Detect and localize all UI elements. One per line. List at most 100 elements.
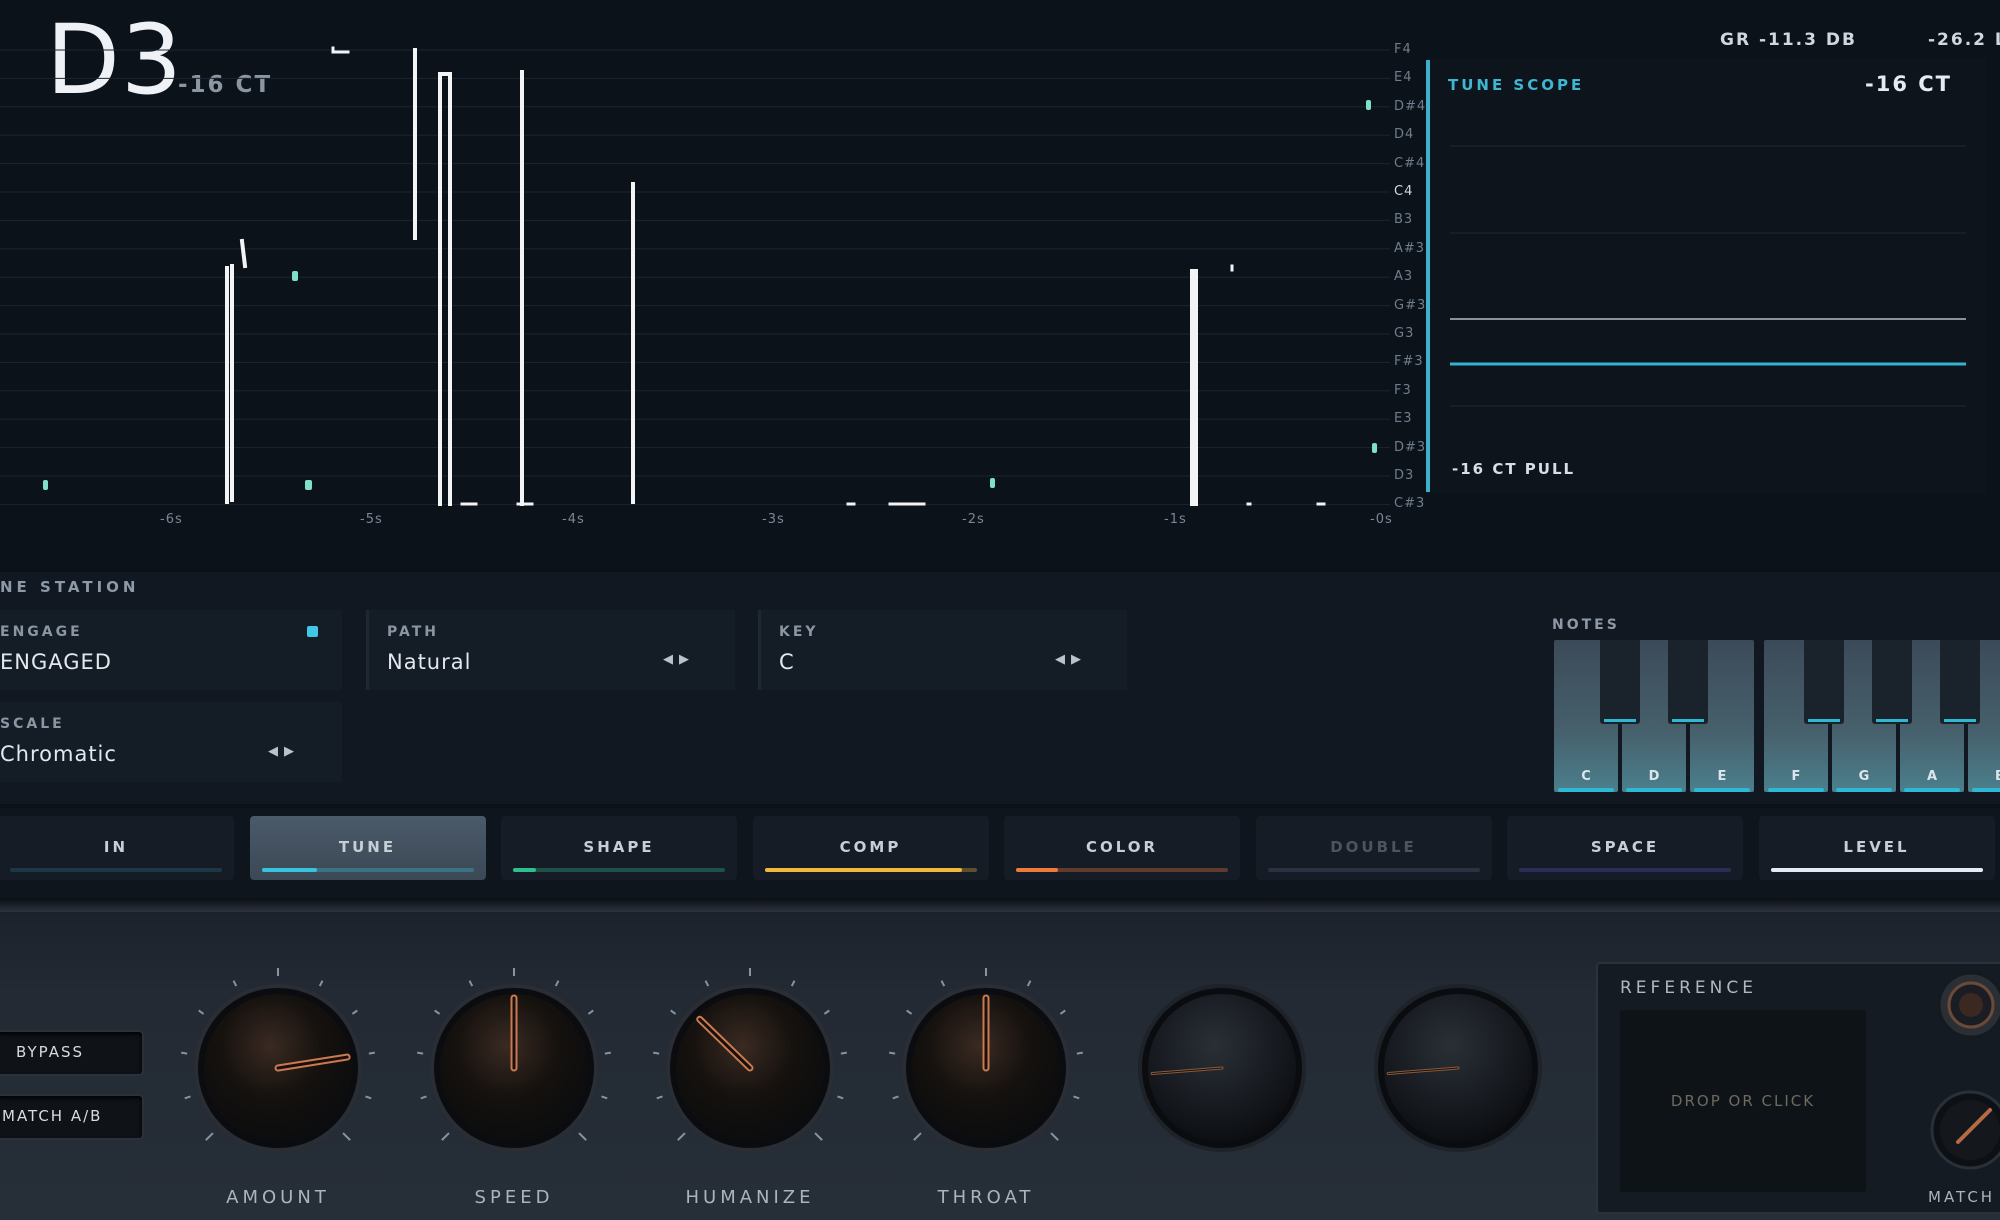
knob-label: THROAT bbox=[937, 1187, 1035, 1208]
speed-knob[interactable]: SPEED bbox=[414, 966, 614, 1208]
tab-color[interactable]: COLOR bbox=[1004, 816, 1240, 880]
note-axis-label: G3 bbox=[1394, 326, 1415, 341]
notes-keyboard: CDEFGAB bbox=[1554, 640, 2000, 794]
time-axis-label: -2s bbox=[962, 512, 985, 527]
time-axis-label: -0s bbox=[1370, 512, 1393, 527]
pitch-trace bbox=[438, 72, 452, 506]
tab-level-fill bbox=[513, 868, 537, 872]
scale-field[interactable]: SCALE Chromatic ◀▶ bbox=[0, 702, 342, 782]
key-field[interactable]: KEY C ◀▶ bbox=[758, 610, 1127, 690]
tab-double[interactable]: DOUBLE bbox=[1255, 816, 1492, 880]
key-active-underline bbox=[1694, 788, 1750, 792]
pitch-graph[interactable] bbox=[0, 38, 1390, 538]
tune-station-panel: NE STATION ENGAGE ENGAGED PATH Natural ◀… bbox=[0, 572, 2000, 804]
tab-label: SHAPE bbox=[583, 838, 655, 856]
reference-title: REFERENCE bbox=[1620, 978, 1757, 998]
reference-play-icon[interactable] bbox=[1936, 970, 2000, 1040]
engage-indicator-icon[interactable] bbox=[307, 626, 318, 637]
pitch-marker bbox=[292, 271, 298, 281]
black-key[interactable] bbox=[1872, 640, 1912, 724]
note-axis-label: B3 bbox=[1394, 212, 1414, 228]
note-axis-label: E4 bbox=[1394, 70, 1413, 86]
amount-knob[interactable]: AMOUNT bbox=[178, 966, 378, 1208]
scale-value: Chromatic bbox=[0, 742, 117, 766]
scale-arrows-icon[interactable]: ◀▶ bbox=[268, 744, 300, 759]
key-active-underline bbox=[1558, 788, 1614, 792]
key-active-underline bbox=[1808, 719, 1840, 722]
note-axis-label: A3 bbox=[1394, 269, 1414, 285]
pitch-marker bbox=[1366, 100, 1371, 110]
tab-level-track bbox=[513, 868, 725, 872]
unlabeled-knob[interactable] bbox=[1122, 968, 1322, 1208]
engage-value: ENGAGED bbox=[0, 650, 112, 674]
key-active-underline bbox=[1626, 788, 1682, 792]
scope-accent-bar bbox=[1426, 60, 1430, 492]
key-active-underline bbox=[1944, 719, 1976, 722]
path-arrows-icon[interactable]: ◀▶ bbox=[663, 652, 695, 667]
notes-label: NOTES bbox=[1552, 617, 1620, 633]
knob-label: HUMANIZE bbox=[685, 1187, 815, 1208]
black-key[interactable] bbox=[1668, 640, 1708, 724]
key-label: F bbox=[1791, 769, 1801, 784]
tab-level-fill bbox=[1770, 868, 1983, 872]
key-active-underline bbox=[1672, 719, 1704, 722]
tab-level-track bbox=[1770, 868, 1983, 872]
match-label: MATCH bbox=[1928, 1188, 1996, 1206]
pitch-trace bbox=[239, 238, 248, 269]
tab-tune[interactable]: TUNE bbox=[249, 816, 486, 880]
bypass-button[interactable]: BYPASS bbox=[0, 1030, 144, 1076]
knob-dial[interactable] bbox=[414, 966, 614, 1168]
key-value: C bbox=[779, 650, 795, 674]
knob-dial[interactable] bbox=[886, 966, 1086, 1168]
tab-label: IN bbox=[103, 838, 129, 856]
key-label: B bbox=[1995, 769, 2000, 784]
note-axis-label: D3 bbox=[1394, 468, 1415, 483]
key-active-underline bbox=[1972, 788, 2000, 792]
scope-value: -16 CT bbox=[1865, 72, 1952, 96]
tab-space[interactable]: SPACE bbox=[1507, 816, 1743, 880]
key-arrows-icon[interactable]: ◀▶ bbox=[1055, 652, 1087, 667]
knob-dial[interactable] bbox=[650, 966, 850, 1168]
key-active-underline bbox=[1604, 719, 1636, 722]
path-label: PATH bbox=[387, 624, 439, 640]
tab-shape[interactable]: SHAPE bbox=[501, 816, 737, 880]
black-key[interactable] bbox=[1804, 640, 1844, 724]
engage-field[interactable]: ENGAGE ENGAGED bbox=[0, 610, 342, 690]
black-key[interactable] bbox=[1940, 640, 1980, 724]
match-ab-label: MATCH A/B bbox=[2, 1107, 103, 1125]
tab-comp[interactable]: COMP bbox=[752, 816, 989, 880]
match-ab-button[interactable]: MATCH A/B bbox=[0, 1094, 144, 1140]
pitch-marker bbox=[1372, 443, 1377, 453]
engage-label: ENGAGE bbox=[0, 624, 83, 640]
tab-in[interactable]: IN bbox=[0, 816, 234, 880]
module-tabs: IN TUNE SHAPE COMP COLOR DOUBLE SPACE LEVEL bbox=[0, 808, 2000, 898]
note-axis-label: D#3 bbox=[1394, 439, 1427, 455]
tab-level[interactable]: LEVEL bbox=[1758, 816, 1995, 880]
key-label: G bbox=[1858, 769, 1870, 784]
time-axis-label: -3s bbox=[762, 512, 785, 527]
tab-level-track bbox=[10, 868, 222, 872]
reference-panel: REFERENCE DROP OR CLICK bbox=[1596, 962, 2000, 1214]
key-label: E bbox=[1717, 769, 1727, 784]
path-field[interactable]: PATH Natural ◀▶ bbox=[366, 610, 735, 690]
path-value: Natural bbox=[387, 650, 472, 674]
match-knob[interactable] bbox=[1928, 1088, 2000, 1172]
knob-dial[interactable] bbox=[178, 966, 378, 1168]
knob-dial[interactable] bbox=[1358, 968, 1558, 1168]
drop-zone-text: DROP OR CLICK bbox=[1670, 1092, 1816, 1110]
knob-dial[interactable] bbox=[1122, 968, 1322, 1168]
time-axis-label: -5s bbox=[360, 512, 383, 527]
time-axis-label: -4s bbox=[562, 512, 585, 527]
tab-label: COMP bbox=[839, 838, 902, 856]
note-axis-label: C#4 bbox=[1394, 155, 1426, 171]
tab-level-track bbox=[764, 868, 977, 872]
tab-label: TUNE bbox=[338, 838, 397, 856]
throat-knob[interactable]: THROAT bbox=[886, 966, 1086, 1208]
humanize-knob[interactable]: HUMANIZE bbox=[650, 966, 850, 1208]
black-key[interactable] bbox=[1600, 640, 1640, 724]
tab-level-fill bbox=[764, 868, 962, 872]
tab-level-fill bbox=[1016, 868, 1059, 872]
reference-drop-zone[interactable]: DROP OR CLICK bbox=[1620, 1010, 1866, 1192]
unlabeled-knob[interactable] bbox=[1358, 968, 1558, 1208]
note-axis-label: D#4 bbox=[1394, 98, 1427, 114]
